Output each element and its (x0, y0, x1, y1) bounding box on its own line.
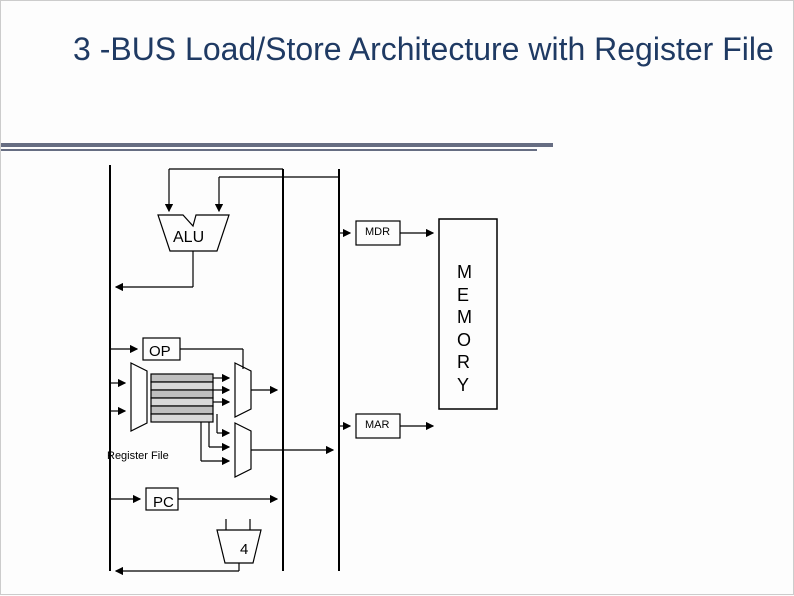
memory-line: M (457, 306, 472, 329)
pc-block-label: PC (153, 494, 174, 511)
memory-line: E (457, 284, 472, 307)
memory-line: M (457, 261, 472, 284)
alu-block-label: ALU (173, 229, 204, 247)
memory-line: Y (457, 374, 472, 397)
memory-block-label: M E M O R Y (457, 261, 472, 396)
register-file-label: Register File (107, 450, 169, 462)
memory-line: R (457, 351, 472, 374)
increment-const-label: 4 (240, 541, 248, 558)
op-block-label: OP (149, 343, 171, 360)
mdr-block-label: MDR (365, 226, 390, 238)
memory-line: O (457, 329, 472, 352)
architecture-diagram (1, 1, 794, 596)
mar-block-label: MAR (365, 419, 389, 431)
